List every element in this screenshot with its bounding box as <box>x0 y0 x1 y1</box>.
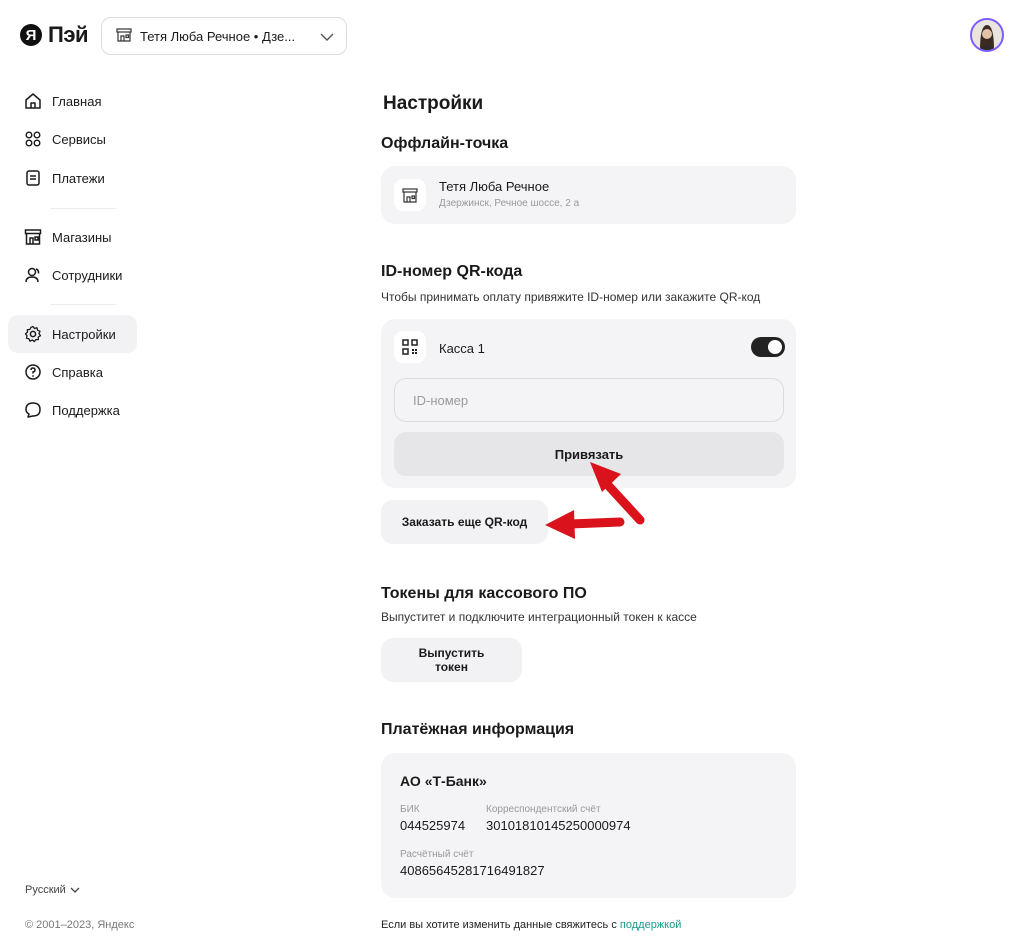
store-icon <box>24 229 42 245</box>
qr-section-subtitle: Чтобы принимать оплату привяжите ID-номе… <box>381 290 761 304</box>
kassa-label: Касса 1 <box>439 341 485 356</box>
payment-info-card: АО «Т-Банк» БИК 044525974 Корреспондентс… <box>381 753 796 898</box>
shop-selector[interactable]: Тетя Люба Речное • Дзе... <box>101 17 347 55</box>
sidebar-item-label: Сотрудники <box>52 267 123 283</box>
sidebar-item-label: Настройки <box>52 326 116 342</box>
offline-store-card[interactable]: Тетя Люба Речное Дзержинск, Речное шоссе… <box>381 166 796 224</box>
store-address: Дзержинск, Речное шоссе, 2 а <box>439 198 580 209</box>
sidebar-item-label: Справка <box>52 364 103 380</box>
sidebar-item-payments[interactable]: Платежи <box>8 159 137 197</box>
store-icon <box>394 179 426 211</box>
qr-section-title: ID-номер QR-кода <box>381 263 523 280</box>
account-value: 40865645281716491827 <box>400 863 545 878</box>
tokens-section-title: Токены для кассового ПО <box>381 585 587 602</box>
bik-value: 044525974 <box>400 818 466 833</box>
grid-icon <box>25 131 41 147</box>
logo-mark: Я <box>20 24 42 46</box>
corr-account-value: 30101810145250000974 <box>486 818 631 833</box>
sidebar-item-label: Поддержка <box>52 402 120 418</box>
order-qr-button[interactable]: Заказать еще QR-код <box>381 500 548 544</box>
sidebar-item-employees[interactable]: Сотрудники <box>8 256 137 294</box>
copyright: © 2001–2023, Яндекс <box>25 919 135 931</box>
sidebar-item-help[interactable]: Справка <box>8 353 137 391</box>
store-name: Тетя Люба Речное <box>439 179 550 194</box>
footer-note: Если вы хотите изменить данные свяжитесь… <box>381 919 681 931</box>
sidebar-divider <box>50 304 116 305</box>
sidebar-divider <box>50 208 116 209</box>
chevron-down-icon <box>320 29 334 44</box>
tokens-section-subtitle: Выпуститет и подключите интеграционный т… <box>381 610 697 624</box>
support-link[interactable]: поддержкой <box>620 919 681 931</box>
footer-note-text: Если вы хотите изменить данные свяжитесь… <box>381 919 620 931</box>
shop-selector-label: Тетя Люба Речное • Дзе... <box>140 28 296 44</box>
avatar[interactable] <box>970 18 1004 52</box>
users-icon <box>25 267 40 283</box>
issue-token-button[interactable]: Выпустить токен <box>381 638 522 682</box>
sidebar-item-label: Магазины <box>52 229 112 245</box>
id-number-input[interactable] <box>394 378 784 422</box>
gear-icon <box>24 325 42 343</box>
bank-name: АО «Т-Банк» <box>400 773 487 789</box>
chevron-down-icon <box>70 887 80 893</box>
page-title: Настройки <box>383 93 484 114</box>
language-selector[interactable]: Русский <box>25 884 80 896</box>
arrow-to-order-button <box>545 510 625 539</box>
chat-icon <box>25 402 41 418</box>
home-icon <box>25 93 41 109</box>
sidebar-item-support[interactable]: Поддержка <box>8 391 137 429</box>
sidebar-item-stores[interactable]: Магазины <box>8 218 137 256</box>
corr-account-label: Корреспондентский счёт <box>486 804 601 815</box>
qr-code-icon <box>394 331 426 363</box>
kassa-toggle[interactable] <box>751 337 785 357</box>
sidebar-item-services[interactable]: Сервисы <box>8 120 137 158</box>
sidebar-item-label: Сервисы <box>52 131 106 147</box>
sidebar-item-label: Платежи <box>52 170 105 186</box>
help-icon <box>25 364 41 380</box>
sidebar-item-home[interactable]: Главная <box>8 82 137 120</box>
offline-section-title: Оффлайн-точка <box>381 135 509 152</box>
payment-section-title: Платёжная информация <box>381 721 575 738</box>
sidebar-item-settings[interactable]: Настройки <box>8 315 137 353</box>
language-label: Русский <box>25 884 66 896</box>
sidebar-item-label: Главная <box>52 93 102 109</box>
account-label: Расчётный счёт <box>400 849 474 860</box>
yandex-pay-logo[interactable]: Я Пэй <box>20 22 89 48</box>
bind-button[interactable]: Привязать <box>394 432 784 476</box>
kassa-card: Касса 1 Привязать <box>381 319 796 488</box>
receipt-icon <box>26 170 40 186</box>
logo-text: Пэй <box>48 22 89 47</box>
bik-label: БИК <box>400 804 420 815</box>
store-icon <box>116 27 132 45</box>
